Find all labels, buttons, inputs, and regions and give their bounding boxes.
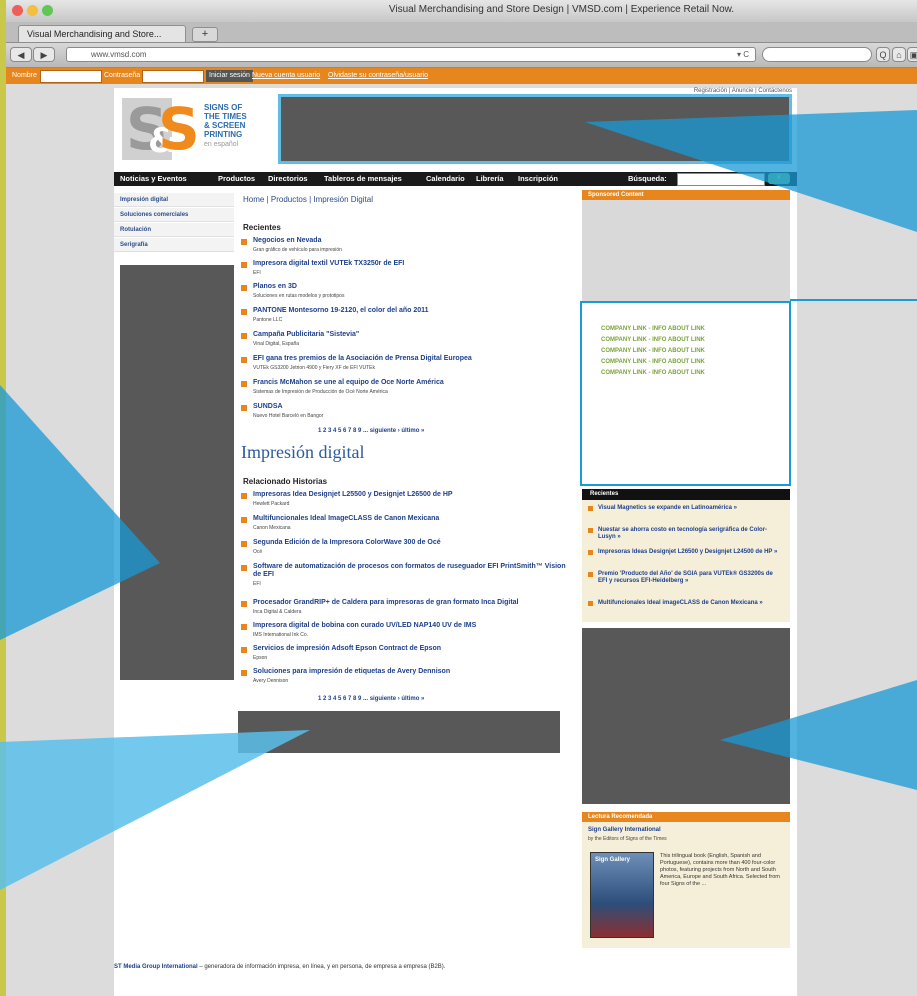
sidebar-item-soluciones[interactable]: Soluciones comerciales (114, 208, 234, 222)
site-logo[interactable]: S & S (122, 98, 200, 161)
list-item[interactable]: Multifuncionales Ideal ImageCLASS de Can… (241, 515, 576, 533)
new-account-link[interactable]: Nueva cuenta usuario (252, 70, 320, 82)
recent-heading: Recientes (582, 489, 790, 500)
recent-link[interactable]: Impresoras Ideas Designjet L26500 y Desi… (588, 549, 778, 556)
site-search-input[interactable] (677, 173, 765, 186)
address-bar[interactable]: www.vmsd.com ▾ C (66, 47, 756, 62)
tab-vmsd[interactable]: Visual Merchandising and Store... (18, 25, 186, 42)
breadcrumb[interactable]: Home | Productos | Impresión Digital (243, 195, 373, 204)
list-item[interactable]: Procesador GrandRIP+ de Caldera para imp… (241, 599, 576, 617)
sponsored-ad-placeholder[interactable] (582, 200, 790, 304)
zoom-window-button[interactable] (42, 5, 53, 16)
recientes-pager[interactable]: 1 2 3 4 5 6 7 8 9 ... siguiente › último… (318, 428, 424, 434)
nav-noticias[interactable]: Noticias y Eventos (120, 172, 187, 186)
list-item[interactable]: Negocios en Nevada Gran gráfico de vehícu… (241, 237, 576, 255)
list-item[interactable]: SUNDSA Nuevo Hotel Barceló en Bangor (241, 403, 576, 421)
nav-libreria[interactable]: Librería (476, 172, 504, 186)
relacionado-pager[interactable]: 1 2 3 4 5 6 7 8 9 ... siguiente › último… (318, 696, 424, 702)
book-title[interactable]: Sign Gallery International (588, 827, 661, 833)
title-bar: Visual Merchandising and Store Design | … (6, 0, 917, 23)
list-item[interactable]: Impresora digital de bobina con curado U… (241, 622, 576, 640)
recent-link[interactable]: Nuestar se ahorra costo en tecnología se… (588, 527, 778, 541)
nav-productos[interactable]: Productos (218, 172, 255, 186)
login-bar: Nombre Contraseña Iniciar sesión Nueva c… (6, 68, 917, 84)
book-cover-text: Sign Gallery (595, 857, 631, 863)
book-heading: Lectura Recomendada (582, 812, 790, 822)
forward-button[interactable]: ▶ (33, 47, 55, 62)
recent-link[interactable]: Premio 'Producto del Año' de SGIA para V… (588, 571, 778, 585)
sidebar-item-rotulacion[interactable]: Rotulación (114, 223, 234, 237)
nav-calendario[interactable]: Calendario (426, 172, 465, 186)
recientes-heading: Recientes (243, 223, 281, 232)
company-link[interactable]: COMPANY LINK - INFO ABOUT LINK (601, 348, 705, 354)
top-links[interactable]: Registración | Anuncie | Contáctenos (596, 88, 792, 97)
nav-search-label: Búsqueda: (628, 174, 667, 183)
footer-link[interactable]: ST Media Group International (114, 964, 198, 970)
back-button[interactable]: ◀ (10, 47, 32, 62)
list-item[interactable]: Impresora digital textil VUTEk TX3250r d… (241, 260, 576, 278)
list-item[interactable]: Planos en 3D Soluciones en rutas modelos … (241, 283, 576, 301)
list-item[interactable]: Soluciones para impresión de etiquetas d… (241, 668, 576, 686)
relacionado-heading: Relacionado Historias (243, 477, 328, 486)
site-search-button[interactable]: Ir (768, 173, 790, 184)
list-item[interactable]: EFI gana tres premios de la Asociación d… (241, 355, 576, 373)
company-link[interactable]: COMPANY LINK - INFO ABOUT LINK (601, 326, 705, 332)
logo-wordmark: SIGNS OF THE TIMES & SCREEN PRINTING (204, 103, 274, 139)
sidebar-item-impresion[interactable]: Impresión digital (114, 193, 234, 207)
list-item[interactable]: Segunda Edición de la Impresora ColorWav… (241, 539, 576, 557)
list-item[interactable]: Servicios de impresión Adsoft Epson Cont… (241, 645, 576, 663)
company-link[interactable]: COMPANY LINK - INFO ABOUT LINK (601, 359, 705, 365)
forgot-password-link[interactable]: Olvidaste su contraseña/usuario (328, 70, 428, 82)
logo-line: PRINTING (204, 130, 243, 139)
bottom-ad-placeholder[interactable] (238, 711, 560, 753)
close-window-button[interactable] (12, 5, 23, 16)
tab-bar: Visual Merchandising and Store... + (6, 22, 917, 43)
list-item[interactable]: Francis McMahon se une al equipo de Oce … (241, 379, 576, 397)
minimize-window-button[interactable] (27, 5, 38, 16)
home-icon[interactable]: ⌂ (892, 47, 906, 62)
company-link[interactable]: COMPANY LINK - INFO ABOUT LINK (601, 370, 705, 376)
list-item[interactable]: Campaña Publicitaria "Sistevia" Vinal Dig… (241, 331, 576, 349)
logo-line: SIGNS OF (204, 103, 243, 112)
navigation-toolbar: ◀ ▶ www.vmsd.com ▾ C Q ⌂ ▣ (6, 43, 917, 68)
page-menu-icon[interactable]: ▣ (907, 47, 917, 62)
new-tab-button[interactable]: + (192, 27, 218, 42)
list-item[interactable]: Impresoras Idea Designjet L25500 y Desig… (241, 491, 576, 509)
browser-search-input[interactable] (762, 47, 872, 62)
url-text: www.vmsd.com (91, 50, 147, 59)
footer-text: – generadora de información impresa, en … (197, 964, 446, 970)
list-item[interactable]: PANTONE Montesorno 19-2120, el color del… (241, 307, 576, 325)
search-icon[interactable]: Q (876, 47, 890, 62)
list-item[interactable]: Software de automatización de procesos c… (241, 563, 576, 589)
page-title: Impresión digital (241, 442, 365, 462)
logo-subtitle: en español (204, 141, 239, 148)
nav-inscripcion[interactable]: Inscripción (518, 172, 558, 186)
login-button[interactable]: Iniciar sesión (206, 70, 253, 82)
password-input[interactable] (142, 70, 204, 83)
url-controls[interactable]: ▾ C (737, 48, 749, 61)
recent-link[interactable]: Multifuncionales Ideal imageCLASS de Can… (588, 600, 778, 607)
window-title: Visual Merchandising and Store Design | … (388, 4, 735, 15)
nav-directorios[interactable]: Directorios (268, 172, 308, 186)
username-label: Nombre (12, 72, 37, 79)
left-ad-placeholder[interactable] (120, 265, 234, 680)
username-input[interactable] (40, 70, 102, 83)
sponsored-heading: Sponsored Content (582, 190, 790, 200)
book-cover-image[interactable]: Sign Gallery (590, 852, 654, 938)
password-label: Contraseña (104, 72, 141, 79)
company-link[interactable]: COMPANY LINK - INFO ABOUT LINK (601, 337, 705, 343)
sidebar-item-serigrafia[interactable]: Serigrafía (114, 238, 234, 252)
footer: ST Media Group International – generador… (114, 964, 445, 970)
recent-link[interactable]: Visual Magnetics se expande en Latinoamé… (588, 505, 778, 512)
logo-line: THE TIMES (204, 112, 247, 121)
book-author: by the Editors of Signs of the Times (588, 836, 667, 842)
banner-ad-placeholder[interactable] (278, 94, 792, 164)
book-description: This trilingual book (English, Spanish a… (660, 853, 780, 887)
logo-line: & SCREEN (204, 121, 246, 130)
logo-letter-2: S (158, 95, 200, 163)
right-ad-placeholder[interactable] (582, 628, 790, 804)
nav-tableros[interactable]: Tableros de mensajes (324, 172, 402, 186)
